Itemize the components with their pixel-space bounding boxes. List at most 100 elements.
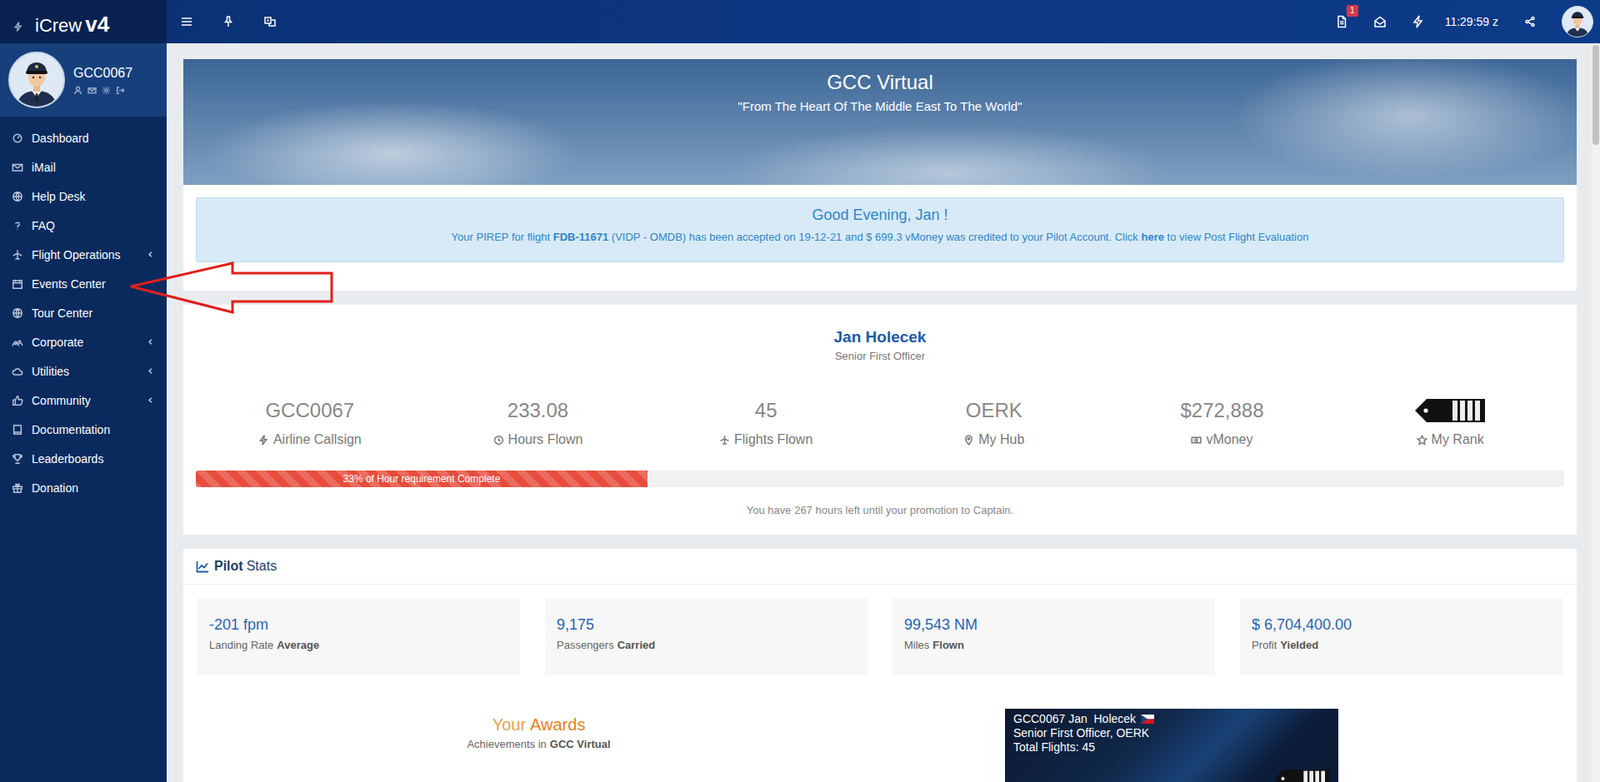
map-marker-icon [963,435,975,446]
book-icon [11,424,24,436]
alert-link[interactable]: here [1140,230,1164,244]
sidebar-item[interactable]: iMail [0,152,167,182]
thumbs-up-icon [11,395,24,407]
utc-clock: 11:29:59 z [1445,15,1499,29]
scrollbar-thumb[interactable] [1592,45,1600,145]
pilot-profile-card: Jan Holecek Senior First Officer GCC0067Ai… [183,305,1577,535]
share-icon[interactable] [1523,15,1537,29]
main-area: 1 11:29:59 z GCC Virtual"From The Heart Of… [166,0,1600,782]
app-root: iCrewv4 GCC0067 Dashboard iMail Help Desk FAQ… [0,0,1600,782]
pin-icon[interactable] [221,15,235,29]
promotion-note: You have 267 hours left until your promo… [195,504,1565,517]
awards-section: YourAwardsAchievements inGCC Virtual [197,709,880,782]
stat-label: vMoney [1190,432,1253,448]
notification-badge: 1 [1346,5,1359,17]
awards-title: YourAwards [197,715,880,735]
rank-epaulette-icon [1273,767,1330,782]
sidebar-item[interactable]: Tour Center [0,298,167,328]
gear-icon[interactable] [101,85,111,95]
pilot-stat-value: 99,543 NM [904,616,1204,635]
alert-message: Your PIREP for flight FDB-11671 (VIDP - … [205,230,1555,244]
chevron-left-icon [145,395,155,405]
pilot-stat-label: PassengersCarried [556,639,856,652]
pilot-stat-value: 9,175 [556,616,856,635]
sidebar-item-label: Dashboard [31,131,155,145]
plane-icon [719,435,730,446]
reports-button[interactable]: 1 [1335,15,1349,29]
pilot-stat-label: Landing RateAverage [209,639,509,652]
alert-text: (VIDP - OMDB) has been accepted on 19-12… [608,230,1141,244]
sidebar-item-label: Help Desk [31,190,155,204]
user-callsign: GCC0067 [73,65,133,81]
sidebar-item-label: Events Center [31,277,155,291]
profile-stat: OERKMy Hub [880,395,1109,448]
document-icon [1335,15,1349,29]
envelope-open-icon[interactable] [1373,15,1387,29]
bolt-icon[interactable] [1411,15,1425,29]
sidebar-item[interactable]: Donation [0,473,167,503]
pilot-stat-box: -201 fpmLanding RateAverage [197,598,520,676]
sidebar-item[interactable]: Community [0,385,167,415]
welcome-panel: GCC Virtual"From The Heart Of The Middle… [183,59,1577,291]
stat-label: Airline Callsign [258,432,362,448]
clock-icon [493,435,505,446]
plane-icon [11,249,24,261]
sidebar-item[interactable]: FAQ [0,210,167,240]
pilot-avatar-icon [1562,6,1593,37]
user-icon[interactable] [73,85,83,95]
menu-icon[interactable] [180,15,194,29]
sidebar-item[interactable]: Corporate [0,327,167,357]
pilot-name: Jan Holecek [195,328,1565,347]
trophy-icon [11,453,24,465]
stat-label: My Rank [1416,432,1485,448]
chevron-left-icon [145,366,155,376]
pilot-stat-value: $ 6,704,400.00 [1251,616,1551,635]
pilot-stats-header: PilotStats [183,549,1577,585]
brand-name: iCrew [35,15,82,37]
money-icon [1190,435,1202,446]
top-bar: 1 11:29:59 z [166,0,1600,44]
pilot-stats-card: PilotStats -201 fpmLanding RateAverage 9,1… [183,549,1577,782]
greeting: Good Evening, Jan ! [205,206,1555,225]
pilot-rank: Senior First Officer [195,350,1565,363]
banner-title: GCC Virtual [826,70,934,95]
sidebar-item-label: Documentation [31,423,155,437]
sidebar-item[interactable]: Help Desk [0,181,167,211]
pilot-signature-banner: GCC0067 Jan HolecekSenior First Officer,… [1005,709,1339,782]
signature-line: Total Flights: 45 [1013,740,1155,755]
stat-value: 233.08 [507,395,569,426]
rank-epaulette-icon [1414,395,1486,426]
mail-icon [11,161,24,174]
scrollbar[interactable] [1591,43,1600,782]
sidebar-item[interactable]: Utilities [0,356,167,386]
pilot-stat-box: 99,543 NM MilesFlown [892,598,1215,676]
profile-stat: GCC0067Airline Callsign [195,395,425,448]
sidebar-item[interactable]: Documentation [0,415,167,445]
brand[interactable]: iCrewv4 [0,0,167,44]
mail-icon[interactable] [87,85,97,95]
avatar[interactable] [8,51,65,109]
line-chart-icon [195,560,210,574]
sidebar-item[interactable]: Events Center [0,269,167,299]
profile-stat: My Rank [1335,395,1565,448]
sidebar-item[interactable]: Leaderboards [0,444,167,474]
sidebar-item-label: Leaderboards [31,452,155,466]
sidebar-item[interactable]: Dashboard [0,123,167,153]
pilot-stat-label: ProfitYielded [1251,639,1551,652]
translate-icon[interactable] [263,15,277,29]
bolt-icon [258,435,270,446]
banner: GCC Virtual"From The Heart Of The Middle… [183,59,1577,185]
bolt-icon [13,21,24,32]
sidebar-item-label: Community [31,394,138,408]
user-menu-avatar[interactable] [1561,5,1594,38]
alert-text: Your PIREP for flight [451,230,554,244]
chevron-left-icon [145,337,155,347]
alert-link[interactable]: FDB-11671 [553,230,609,244]
pilot-stat-label: MilesFlown [904,639,1204,652]
globe-icon [11,307,24,320]
sidebar-item[interactable]: Flight Operations [0,240,167,270]
sign-out-icon[interactable] [115,85,125,95]
pilot-avatar-icon [10,53,64,107]
stat-label: Flights Flown [719,432,813,448]
chevron-left-icon [145,250,155,260]
